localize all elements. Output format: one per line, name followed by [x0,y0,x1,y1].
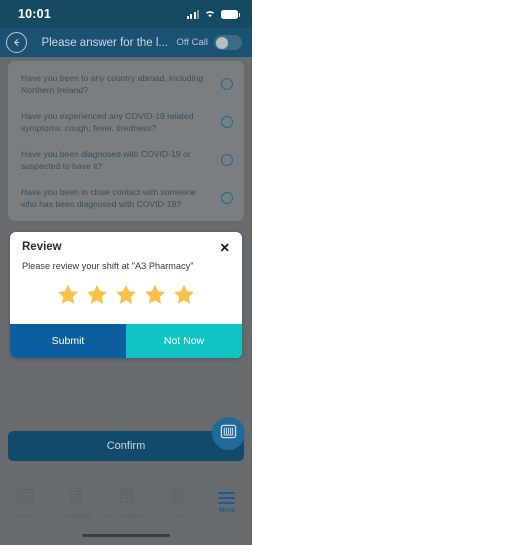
tab-label: Locums [13,513,37,520]
modal-message: Please review your shift at "A3 Pharmacy… [22,260,194,271]
document-icon [66,486,85,510]
off-call-toggle[interactable] [214,35,242,50]
phone-screen: 10:01 Please answer for the l... Off Cal… [0,0,252,545]
battery-icon [221,9,240,19]
screen-body: Have you been to any country abroad, inc… [0,57,252,545]
back-arrow-icon [11,37,22,48]
tab-locums[interactable]: Locums [0,486,50,520]
modal-title: Review [22,241,62,253]
question-row: Have you been in close contact with some… [8,179,244,217]
star-icon[interactable] [115,284,137,310]
modal-actions: Submit Not Now [10,323,242,358]
modal-header: Review ✕ [10,232,242,256]
not-now-button[interactable]: Not Now [126,323,242,358]
tab-label: Availability [60,513,92,520]
question-radio[interactable] [221,116,233,129]
tab-label: Jobs [169,513,184,520]
scan-fab-button[interactable] [212,417,245,450]
review-modal: Review ✕ Please review your shift at "A3… [10,232,242,358]
questions-card: Have you been to any country abroad, inc… [8,61,244,222]
submit-button[interactable]: Submit [10,323,126,358]
star-icon[interactable] [86,284,108,310]
calendar-icon [16,486,35,510]
question-radio[interactable] [221,154,233,167]
bottom-tab-bar: Locums Availability My Locations Jobs Mo… [0,481,252,525]
toggle-knob [215,36,228,49]
question-text: Have you been to any country abroad, inc… [21,73,204,96]
star-rating[interactable] [10,271,242,324]
off-call-label: Off Call [176,37,208,48]
status-bar: 10:01 [0,0,252,28]
status-time: 10:01 [18,7,51,21]
list-icon [167,486,186,510]
tab-my-locations[interactable]: My Locations [101,486,151,520]
star-icon[interactable] [57,284,79,310]
question-text: Have you been in close contact with some… [21,187,196,210]
home-indicator [82,533,170,537]
tab-more[interactable]: More [202,491,252,515]
tab-label: More [218,507,235,515]
back-button[interactable] [6,32,27,53]
store-icon [117,486,136,510]
question-row: Have you experienced any COVID-19 relate… [8,103,244,141]
tab-availability[interactable]: Availability [50,486,100,520]
question-row: Have you been to any country abroad, inc… [8,65,244,103]
star-icon[interactable] [144,284,166,310]
question-radio[interactable] [221,192,233,205]
question-radio[interactable] [221,78,233,91]
barcode-scanner-icon [220,423,237,445]
tab-label: My Locations [106,513,146,520]
cellular-signal-icon [186,9,199,19]
tab-jobs[interactable]: Jobs [151,486,201,520]
close-icon[interactable]: ✕ [219,241,231,256]
hamburger-icon [218,491,236,505]
status-icons [186,5,240,23]
question-text: Have you been diagnosed with COVID-19 or… [21,149,191,172]
confirm-button[interactable]: Confirm [8,431,244,461]
question-text: Have you experienced any COVID-19 relate… [21,111,194,134]
page-title: Please answer for the l... [41,36,169,49]
star-icon[interactable] [173,284,195,310]
question-row: Have you been diagnosed with COVID-19 or… [8,141,244,179]
header-bar: Please answer for the l... Off Call [0,28,252,57]
wifi-icon [204,5,216,23]
confirm-area: Confirm [8,417,245,461]
